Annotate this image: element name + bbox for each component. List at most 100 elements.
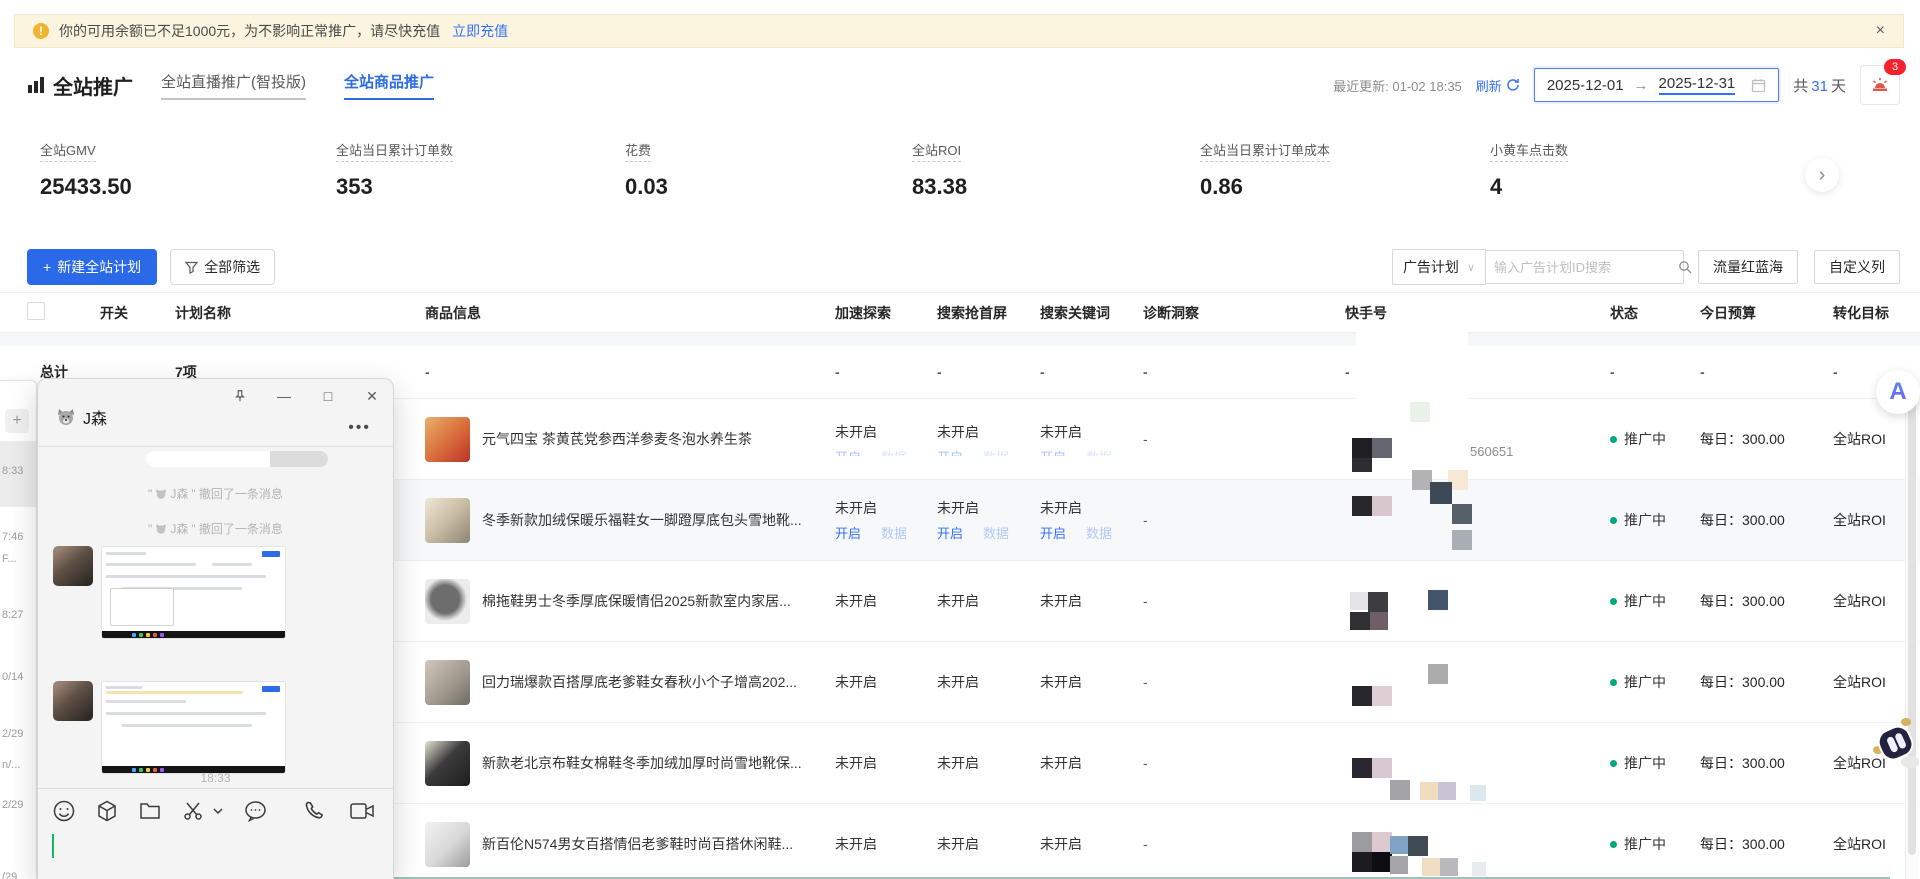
pin-icon[interactable]	[231, 387, 249, 405]
data-link[interactable]: 数据	[983, 526, 1009, 541]
enable-link[interactable]: 开启	[1040, 526, 1066, 541]
plan-search-box	[1486, 250, 1684, 284]
video-call-icon[interactable]	[349, 800, 375, 822]
folder-icon[interactable]	[138, 799, 162, 823]
minimize-icon[interactable]: —	[275, 387, 293, 405]
chat-history-icon[interactable]	[243, 799, 268, 823]
enable-link[interactable]: 开启	[835, 526, 861, 541]
accel-status: 未开启	[835, 834, 937, 854]
col-switch: 开关	[100, 303, 175, 323]
enable-link[interactable]: 开启	[1040, 450, 1066, 456]
chat-window: — □ ✕ J森 ••• " J森 " 撤回了一条消息 " J森 " 撤回了一条…	[37, 378, 394, 879]
tab-product-promotion[interactable]: 全站商品推广	[344, 71, 434, 100]
scissors-icon[interactable]	[181, 799, 205, 823]
chat-list-time: F...	[2, 553, 17, 565]
message-timestamp: 18:33	[38, 771, 393, 785]
date-start[interactable]: 2025-12-01	[1547, 77, 1624, 94]
censored-message-pill	[146, 451, 328, 467]
status-dot	[1610, 841, 1617, 848]
product-name[interactable]: 棉拖鞋男士冬季厚底保暖情侣2025新款室内家居...	[482, 591, 791, 611]
siren-icon	[1870, 75, 1890, 95]
daily-budget[interactable]: 每日：300.00	[1700, 834, 1833, 854]
filter-button[interactable]: 全部筛选	[170, 249, 275, 285]
chevron-down-icon[interactable]	[212, 805, 224, 817]
funnel-icon	[185, 261, 198, 274]
data-link[interactable]: 数据	[881, 526, 907, 541]
product-name[interactable]: 冬季新款加绒保暖乐福鞋女一脚蹬厚底包头雪地靴...	[482, 510, 802, 530]
last-updated-text: 最近更新: 01-02 18:35	[1333, 76, 1462, 95]
data-link[interactable]: 数据	[983, 450, 1009, 456]
diagnosis-value: -	[1143, 593, 1345, 609]
robot-mascot-widget[interactable]	[1872, 716, 1920, 774]
data-link[interactable]: 数据	[1086, 526, 1112, 541]
status-badge: 推广中	[1610, 591, 1692, 611]
data-link[interactable]: 数据	[1086, 450, 1112, 456]
plan-type-select[interactable]: 广告计划 ∨	[1392, 249, 1486, 285]
tab-live-promotion[interactable]: 全站直播推广(智投版)	[161, 71, 306, 100]
custom-columns-button[interactable]: 自定义列	[1814, 250, 1900, 284]
scrollbar-thumb[interactable]	[1908, 400, 1916, 855]
product-name[interactable]: 回力瑞爆款百搭厚底老爹鞋女春秋小个子增高202...	[482, 672, 797, 692]
date-end[interactable]: 2025-12-31	[1659, 75, 1736, 95]
screen-status: 未开启	[937, 498, 1032, 518]
search-icon[interactable]	[1678, 260, 1700, 274]
wolf-avatar-icon	[155, 488, 167, 500]
refresh-button[interactable]: 刷新	[1476, 76, 1520, 95]
banner-close-icon[interactable]: ×	[1876, 23, 1885, 39]
alarm-button[interactable]: 3	[1860, 65, 1900, 105]
chat-list-time: 8:27	[2, 609, 23, 621]
accel-status: 未开启	[835, 753, 937, 773]
balance-warning-banner: ! 你的可用余额已不足1000元，为不影响正常推广，请尽快充值 立即充值 ×	[14, 14, 1904, 48]
status-badge: 推广中	[1610, 672, 1692, 692]
chat-more-icon[interactable]: •••	[348, 419, 371, 437]
product-name[interactable]: 新百伦N574男女百搭情侣老爹鞋时尚百搭休闲鞋...	[482, 834, 793, 854]
screenshot-attachment[interactable]	[101, 681, 286, 774]
date-range-picker[interactable]: 2025-12-01 → 2025-12-31	[1534, 68, 1779, 102]
daily-budget[interactable]: 每日：300.00	[1700, 672, 1833, 692]
avatar[interactable]	[53, 681, 93, 721]
new-plan-button[interactable]: + 新建全站计划	[27, 249, 157, 285]
emoji-icon[interactable]	[52, 799, 76, 823]
status-dot	[1610, 679, 1617, 686]
message-input[interactable]	[52, 829, 379, 874]
recharge-link[interactable]: 立即充值	[452, 21, 508, 41]
product-thumbnail	[425, 741, 470, 786]
daily-budget[interactable]: 每日：300.00	[1700, 510, 1833, 530]
add-chat-icon[interactable]: +	[5, 409, 29, 433]
daily-budget[interactable]: 每日：300.00	[1700, 429, 1833, 449]
product-thumbnail	[425, 498, 470, 543]
close-icon[interactable]: ✕	[363, 387, 381, 405]
enable-link[interactable]: 开启	[835, 450, 861, 456]
vertical-scrollbar[interactable]	[1905, 392, 1919, 879]
maximize-icon[interactable]: □	[319, 387, 337, 405]
keyword-status: 未开启	[1040, 498, 1135, 518]
stats-next-arrow[interactable]: ›	[1805, 158, 1839, 192]
box-icon[interactable]	[95, 799, 119, 823]
traffic-red-blue-sea-button[interactable]: 流量红蓝海	[1698, 250, 1798, 284]
chat-list-window-edge[interactable]: + 8:33 7:46 F... 8:27 0/14 2/29 n/... 2/…	[0, 380, 37, 879]
summary-dash: -	[1040, 364, 1143, 380]
chat-list-time: 8:33	[2, 465, 23, 477]
data-link[interactable]: 数据	[881, 450, 907, 456]
product-name[interactable]: 新款老北京布鞋女棉鞋冬季加绒加厚时尚雪地靴保...	[482, 753, 802, 773]
status-badge: 推广中	[1610, 834, 1692, 854]
avatar[interactable]	[53, 546, 93, 586]
voice-call-icon[interactable]	[303, 799, 327, 823]
daily-budget[interactable]: 每日：300.00	[1700, 591, 1833, 611]
screenshot-attachment[interactable]	[101, 546, 286, 639]
status-dot	[1610, 760, 1617, 767]
enable-link[interactable]: 开启	[937, 450, 963, 456]
date-arrow: →	[1634, 77, 1649, 94]
product-name[interactable]: 元气四宝 茶黄芪党参西洋参麦冬泡水养生茶	[482, 429, 752, 449]
banner-text: 你的可用余额已不足1000元，为不影响正常推广，请尽快充值	[59, 21, 440, 41]
total-days: 共31天	[1793, 75, 1846, 96]
accel-status: 未开启	[835, 672, 937, 692]
enable-link[interactable]: 开启	[937, 526, 963, 541]
assistant-float-widget[interactable]: A	[1876, 370, 1920, 414]
plan-search-input[interactable]	[1486, 260, 1678, 275]
status-dot	[1610, 598, 1617, 605]
daily-budget[interactable]: 每日：300.00	[1700, 753, 1833, 773]
stat-cost: 花费 0.03	[625, 140, 668, 200]
select-all-checkbox[interactable]	[27, 302, 45, 320]
diagnosis-value: -	[1143, 431, 1345, 447]
